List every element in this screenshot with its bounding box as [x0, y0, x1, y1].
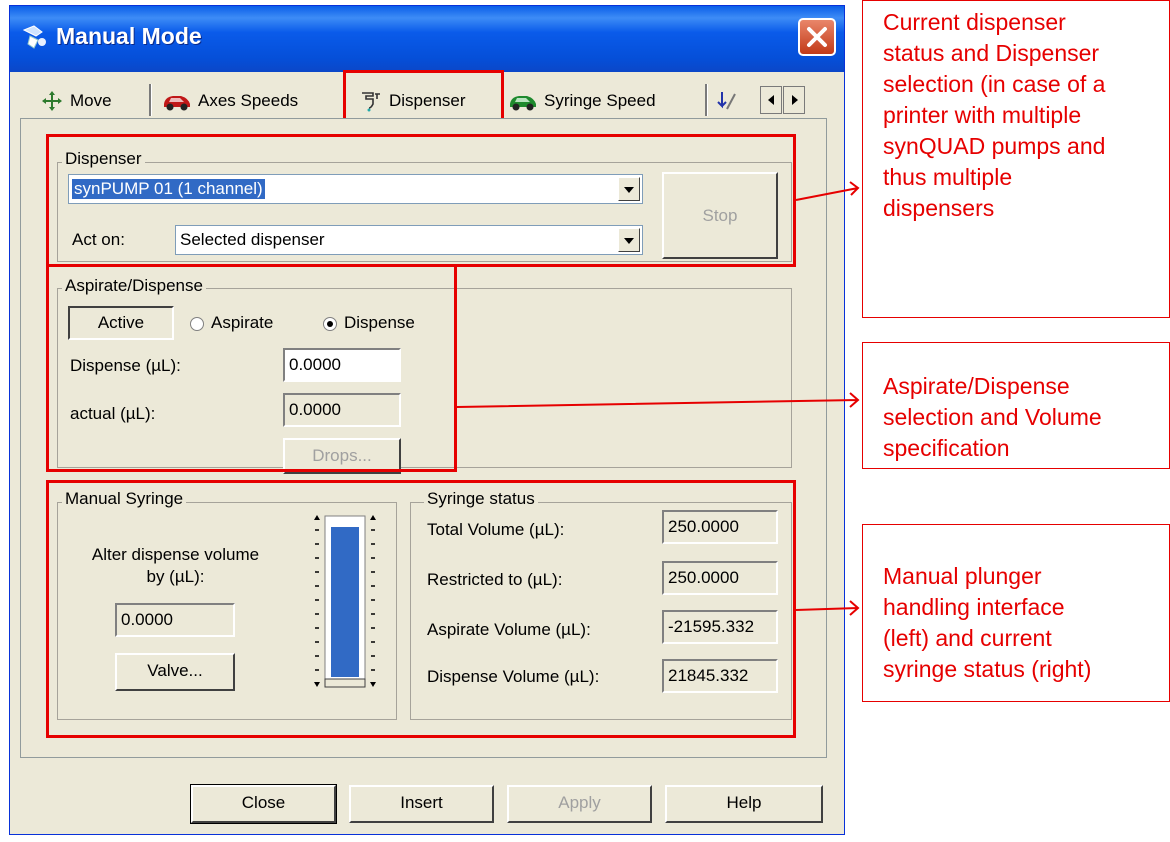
callout-line: Aspirate/Dispense: [883, 373, 1070, 399]
callout-line: Manual plunger: [883, 563, 1042, 589]
callout-line: (left) and current: [883, 625, 1052, 651]
callout-line: synQUAD pumps and: [883, 133, 1106, 159]
callout-line: selection and Volume: [883, 404, 1102, 430]
callout-line: printer with multiple: [883, 102, 1082, 128]
arrow-to-callout-1: [795, 181, 860, 201]
arrow-to-callout-3: [795, 600, 860, 616]
callout-line: thus multiple: [883, 164, 1013, 190]
callout-line: selection (in case of a: [883, 71, 1106, 97]
callout-manual-syringe: Manual plunger handling interface (left)…: [862, 524, 1170, 702]
callout-line: status and Dispenser: [883, 40, 1100, 66]
callout-line: handling interface: [883, 594, 1065, 620]
callout-line: syringe status (right): [883, 656, 1092, 682]
callout-aspirate-dispense: Aspirate/Dispense selection and Volume s…: [862, 342, 1170, 469]
callout-dispenser-status: Current dispenser status and Dispenser s…: [862, 0, 1170, 318]
arrow-to-callout-2: [456, 392, 860, 408]
callout-line: Current dispenser: [883, 9, 1066, 35]
callout-line: dispensers: [883, 195, 995, 221]
callout-line: specification: [883, 435, 1010, 461]
